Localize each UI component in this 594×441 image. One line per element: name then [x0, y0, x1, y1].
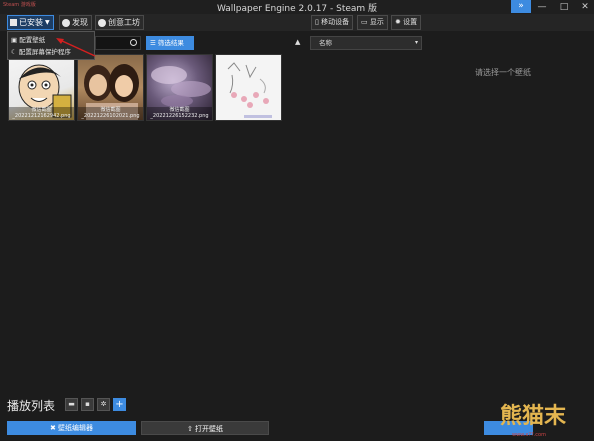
- watermark-url: www.x??.com: [512, 432, 546, 438]
- watermark-logo: 熊猫末: [500, 404, 567, 429]
- annotation-arrow: [56, 38, 96, 57]
